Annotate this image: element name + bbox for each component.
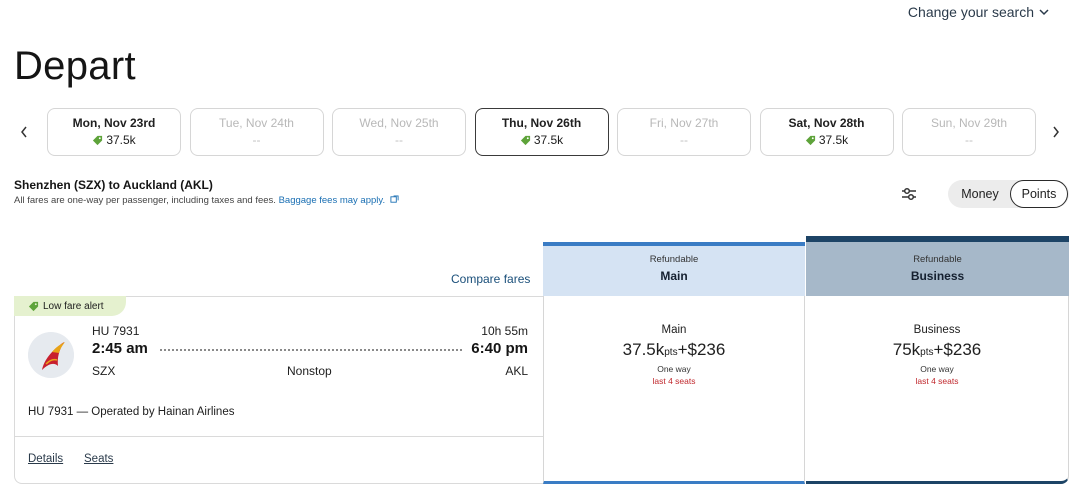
route-title: Shenzhen (SZX) to Auckland (AKL) bbox=[14, 178, 213, 192]
main-fare-price: 37.5kpts+$236 bbox=[544, 340, 804, 360]
date-option[interactable]: Thu, Nov 26th 37.5k bbox=[474, 108, 609, 156]
date-label: Tue, Nov 24th bbox=[219, 116, 294, 130]
points-option[interactable]: Points bbox=[1010, 180, 1068, 208]
date-strip: Mon, Nov 23rd 37.5k Tue, Nov 24th -- Wed, No… bbox=[14, 108, 1066, 158]
main-fare-pts-unit: pts bbox=[664, 347, 678, 358]
business-fare-points: 75k bbox=[892, 340, 921, 359]
date-price: 37.5k bbox=[48, 133, 180, 147]
flight-number: HU 7931 bbox=[92, 324, 140, 338]
tag-icon bbox=[28, 301, 39, 311]
date-label: Sun, Nov 29th bbox=[930, 116, 1008, 130]
money-option[interactable]: Money bbox=[952, 180, 1008, 208]
main-fare-trip: One way bbox=[657, 364, 691, 374]
business-column-header[interactable]: Refundable Business bbox=[806, 236, 1069, 296]
fare-note: All fares are one-way per passenger, inc… bbox=[14, 195, 399, 206]
date-price: 37.5k bbox=[761, 133, 893, 147]
main-fare-points: 37.5k bbox=[622, 340, 665, 359]
date-price-value: -- bbox=[965, 133, 973, 147]
seats-link[interactable]: Seats bbox=[84, 453, 113, 465]
page-title: Depart bbox=[14, 44, 136, 88]
origin-code: SZX bbox=[92, 364, 116, 378]
business-fare-name: Business bbox=[913, 324, 961, 336]
stops-label: Nonstop bbox=[287, 364, 332, 378]
date-price-value: 37.5k bbox=[106, 133, 136, 147]
date-price: -- bbox=[191, 133, 323, 147]
business-fare-option[interactable]: Business 75kpts+$236 One way last 4 seat… bbox=[806, 296, 1069, 484]
main-fare-cash: +$236 bbox=[677, 340, 726, 359]
low-fare-badge-text: Low fare alert bbox=[43, 300, 104, 312]
chevron-left-icon bbox=[21, 126, 27, 138]
date-option[interactable]: Wed, Nov 25th -- bbox=[332, 108, 466, 156]
date-label: Fri, Nov 27th bbox=[649, 116, 719, 130]
business-fare-seats: last 4 seats bbox=[915, 376, 959, 386]
chevron-right-icon bbox=[1053, 126, 1059, 138]
business-fare-pts-unit: pts bbox=[920, 347, 934, 358]
date-label: Wed, Nov 25th bbox=[359, 116, 439, 130]
departure-time: 2:45 am bbox=[92, 340, 148, 357]
tag-icon bbox=[520, 135, 530, 145]
chevron-down-icon bbox=[1039, 9, 1049, 16]
sliders-icon[interactable] bbox=[899, 184, 919, 204]
business-refundable-label: Refundable bbox=[913, 254, 962, 265]
fare-note-text: All fares are one-way per passenger, inc… bbox=[14, 195, 276, 206]
details-link[interactable]: Details bbox=[28, 453, 63, 465]
main-column-header[interactable]: Refundable Main bbox=[543, 242, 805, 296]
business-fare-cash: +$236 bbox=[933, 340, 982, 359]
compare-fares-link[interactable]: Compare fares bbox=[451, 272, 530, 286]
currency-toggle: Money Points bbox=[948, 180, 1069, 208]
change-search-link[interactable]: Change your search bbox=[908, 4, 1050, 20]
date-price: -- bbox=[903, 133, 1035, 147]
date-price-value: -- bbox=[252, 133, 261, 147]
date-label: Mon, Nov 23rd bbox=[72, 116, 156, 130]
date-price-value: 37.5k bbox=[818, 133, 849, 147]
operated-by-text: HU 7931 — Operated by Hainan Airlines bbox=[28, 406, 235, 418]
baggage-fees-link[interactable]: Baggage fees may apply. bbox=[279, 195, 386, 206]
low-fare-badge: Low fare alert bbox=[14, 296, 126, 316]
destination-code: AKL bbox=[505, 364, 528, 378]
main-refundable-label: Refundable bbox=[649, 254, 699, 265]
date-price: -- bbox=[333, 133, 465, 147]
business-column-name: Business bbox=[910, 269, 965, 283]
date-option[interactable]: Tue, Nov 24th -- bbox=[189, 108, 324, 156]
change-search-label: Change your search bbox=[907, 4, 1034, 20]
main-column-name: Main bbox=[660, 269, 688, 283]
hainan-airlines-logo bbox=[28, 332, 74, 378]
date-label: Sat, Nov 28th bbox=[788, 116, 865, 130]
date-option[interactable]: Fri, Nov 27th -- bbox=[617, 108, 751, 156]
date-price-value: -- bbox=[395, 133, 403, 147]
business-fare-price: 75kpts+$236 bbox=[806, 340, 1068, 360]
main-fare-seats: last 4 seats bbox=[652, 376, 696, 386]
date-option[interactable]: Sat, Nov 28th 37.5k bbox=[759, 108, 894, 156]
date-price: -- bbox=[618, 133, 750, 147]
previous-dates-button[interactable] bbox=[14, 120, 34, 144]
next-dates-button[interactable] bbox=[1046, 120, 1066, 144]
business-fare-trip: One way bbox=[920, 364, 954, 374]
external-link-icon bbox=[390, 195, 399, 203]
main-fare-name: Main bbox=[661, 324, 687, 336]
tag-icon bbox=[805, 135, 815, 145]
date-price: 37.5k bbox=[476, 133, 608, 147]
flight-duration: 10h 55m bbox=[481, 324, 528, 338]
date-option[interactable]: Sun, Nov 29th -- bbox=[902, 108, 1036, 156]
date-label: Thu, Nov 26th bbox=[501, 116, 582, 130]
arrival-time: 6:40 pm bbox=[471, 340, 528, 357]
date-price-value: -- bbox=[680, 133, 688, 147]
tag-icon bbox=[93, 135, 103, 145]
card-footer-divider bbox=[15, 436, 543, 437]
main-fare-option[interactable]: Main 37.5kpts+$236 One way last 4 seats bbox=[543, 296, 805, 484]
date-option[interactable]: Mon, Nov 23rd 37.5k bbox=[47, 108, 181, 156]
route-line bbox=[160, 349, 462, 351]
date-price-value: 37.5k bbox=[533, 133, 564, 147]
